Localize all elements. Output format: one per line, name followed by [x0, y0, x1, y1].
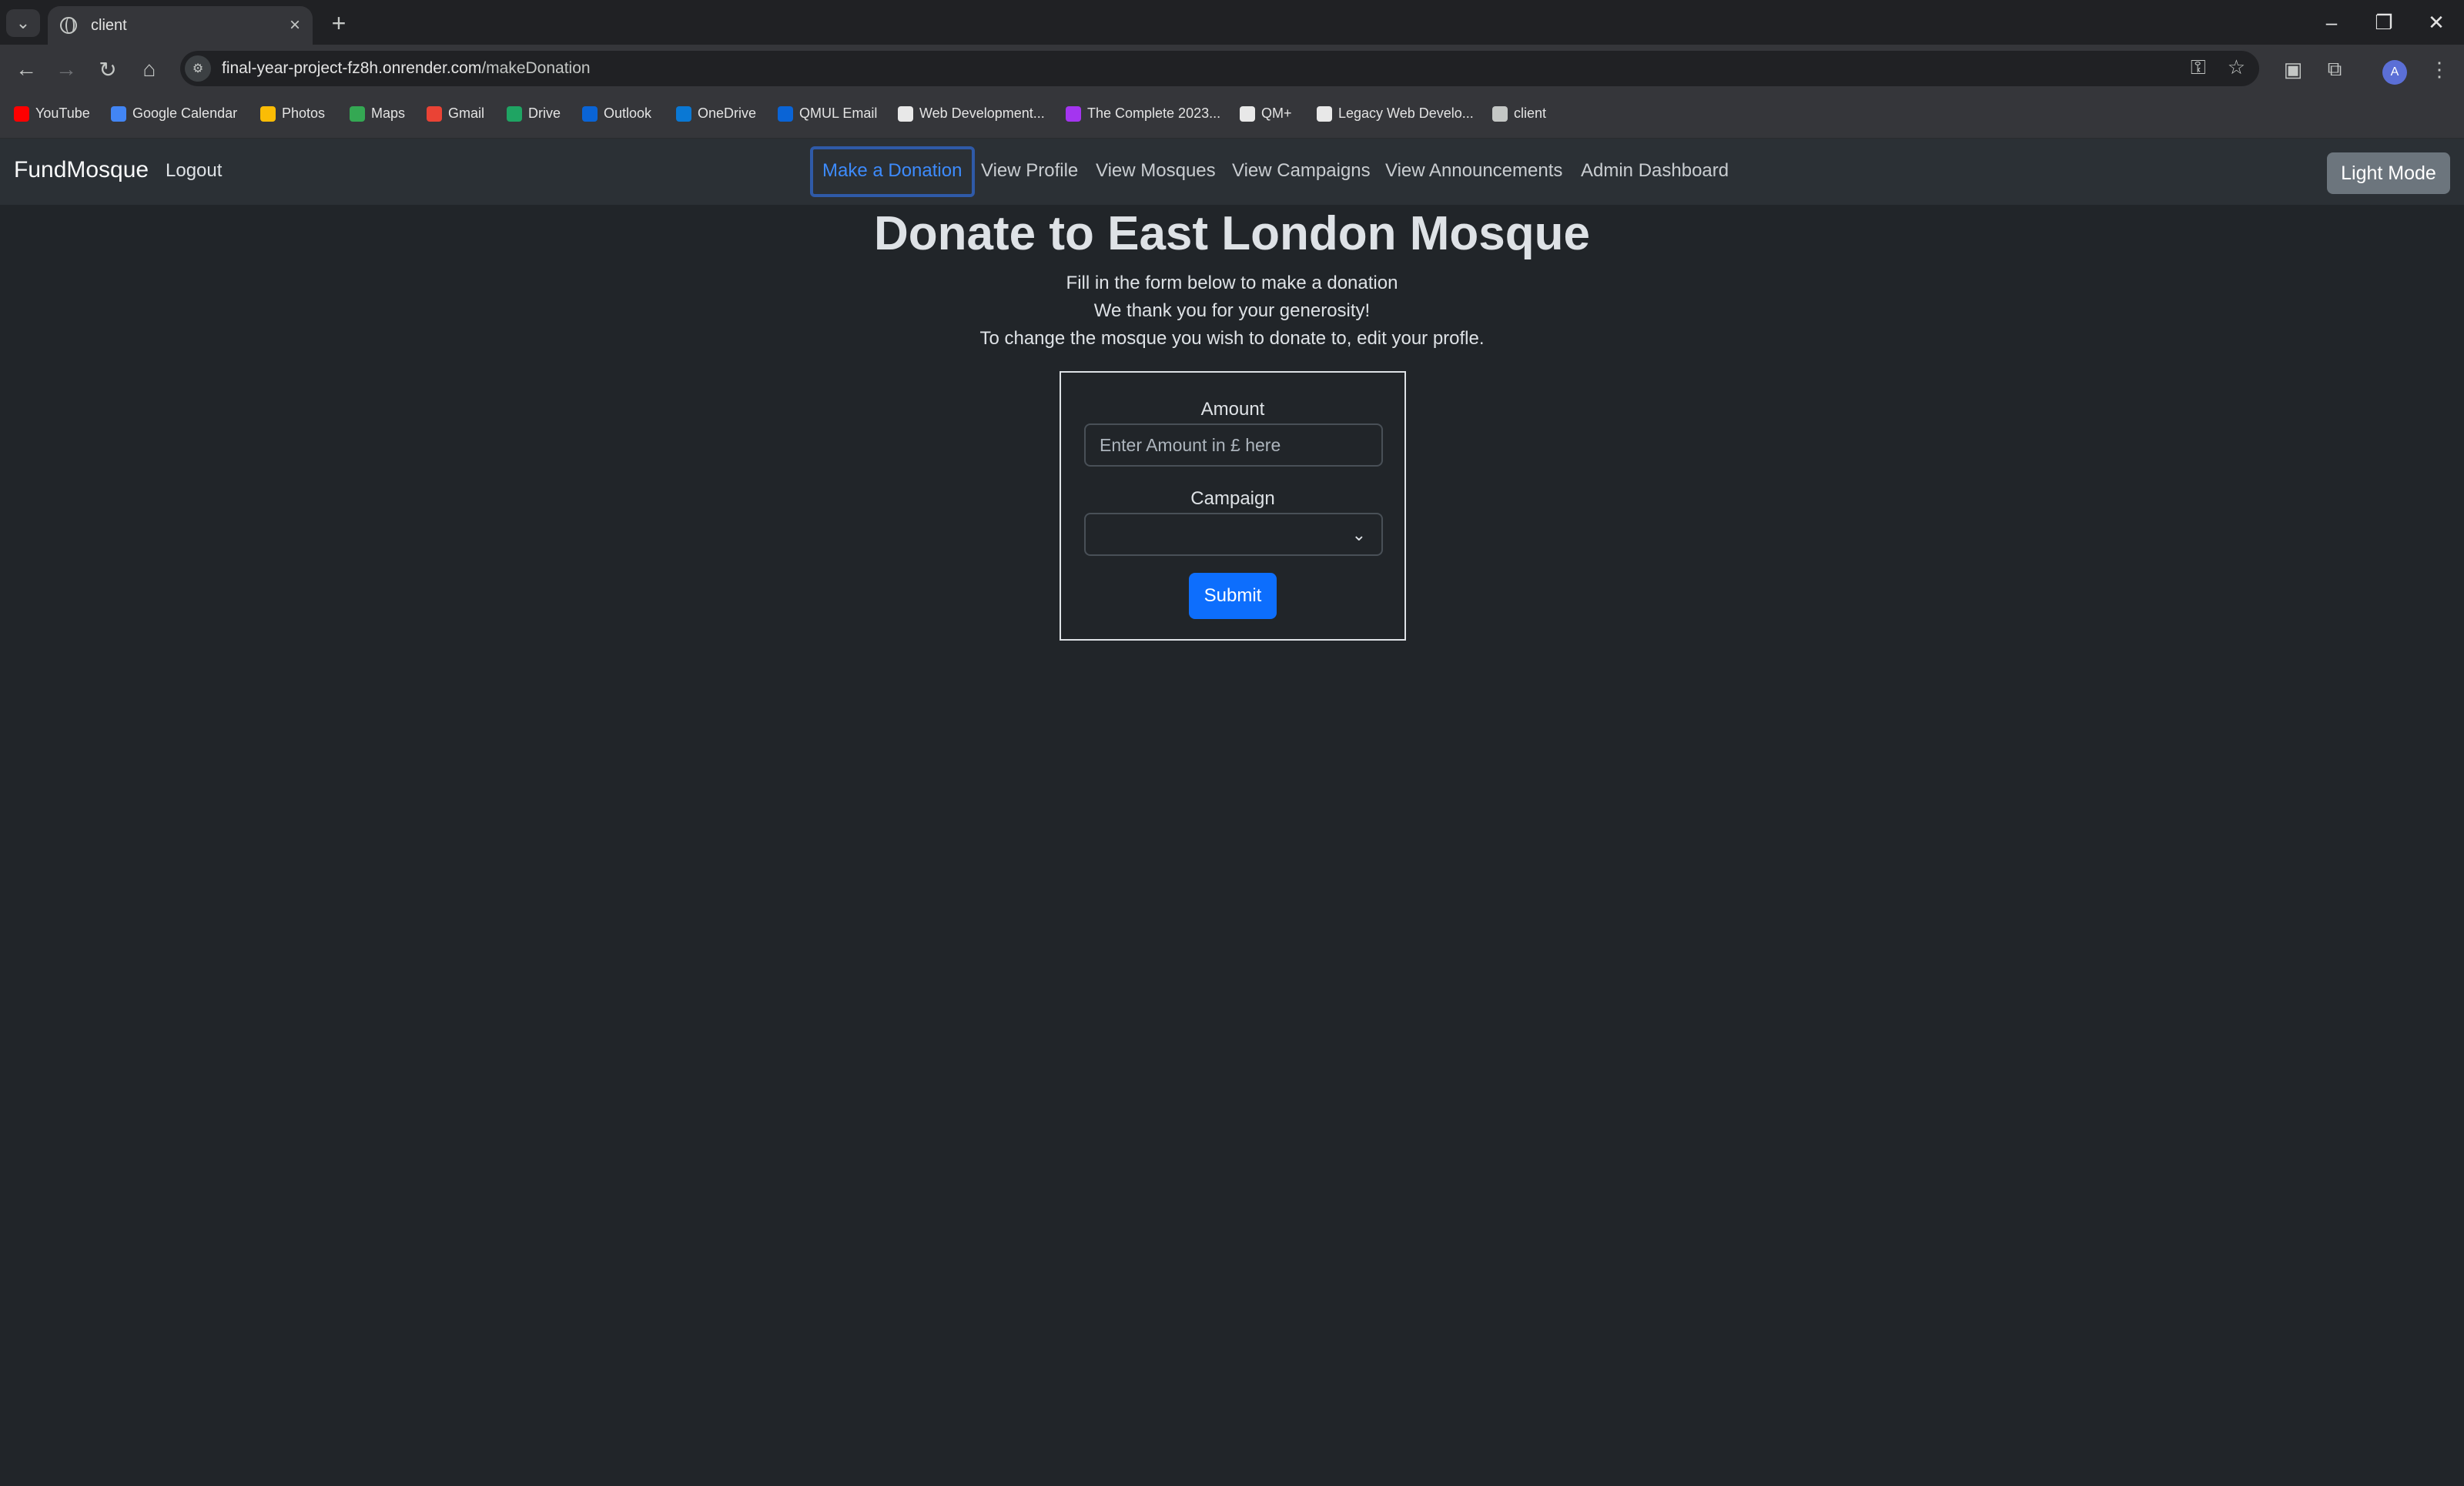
maps-icon — [350, 105, 365, 122]
url-path: /makeDonation — [481, 59, 591, 77]
submit-button[interactable]: Submit — [1189, 573, 1277, 619]
nav-view-campaigns[interactable]: View Campaigns — [1232, 160, 1371, 182]
page-title: Donate to East London Mosque — [874, 207, 1590, 260]
url-text[interactable]: final-year-project-fz8h.onrender.com/mak… — [222, 59, 591, 78]
restore-icon[interactable]: ❐ — [2359, 6, 2409, 38]
outlook-icon — [582, 105, 598, 122]
intro-line-3: To change the mosque you wish to donate … — [979, 328, 1485, 349]
home-icon[interactable]: ⌂ — [132, 52, 166, 86]
bookmark-label: The Complete 2023... — [1087, 105, 1221, 121]
amount-input[interactable] — [1084, 423, 1383, 467]
globe-icon — [1492, 105, 1508, 122]
url-host: final-year-project-fz8h.onrender.com — [222, 59, 482, 77]
bookmark-label: client — [1514, 105, 1547, 121]
bookmarks-bar: YouTube Google Calendar Photos Maps Gmail Dri… — [0, 92, 2464, 139]
bookmark-label: Drive — [528, 105, 561, 121]
udemy-icon — [1317, 105, 1332, 122]
bookmark-item[interactable]: Web Development... — [898, 105, 1045, 122]
qm-icon — [1240, 105, 1255, 122]
profile-avatar[interactable]: A — [2382, 60, 2407, 85]
bookmark-item[interactable]: YouTube — [14, 105, 90, 122]
browser-tab[interactable]: client × — [48, 6, 313, 45]
nav-view-profile[interactable]: View Profile — [981, 160, 1078, 182]
bookmark-item[interactable]: Photos — [260, 105, 325, 122]
nav-make-donation[interactable]: Make a Donation — [822, 160, 962, 182]
bookmark-label: Legacy Web Develo... — [1338, 105, 1474, 121]
youtube-icon — [14, 105, 29, 122]
browser-tabstrip: ⌄ client × + – ❐ ✕ — [0, 0, 2464, 45]
intro-line-1: Fill in the form below to make a donatio… — [1066, 273, 1398, 293]
nav-view-mosques[interactable]: View Mosques — [1096, 160, 1216, 182]
app-navbar: FundMosque Logout Make a Donation View P… — [0, 139, 2464, 205]
nav-view-announcements[interactable]: View Announcements — [1385, 160, 1562, 182]
photos-icon — [260, 105, 276, 122]
bookmark-label: Gmail — [448, 105, 485, 121]
bookmark-label: Web Development... — [919, 105, 1045, 121]
brand-logo[interactable]: FundMosque — [14, 157, 149, 183]
tab-search-chevron-icon[interactable]: ⌄ — [6, 9, 40, 37]
bookmark-label: YouTube — [35, 105, 90, 121]
extension-icon[interactable]: ▣ — [2279, 55, 2307, 83]
light-mode-button[interactable]: Light Mode — [2327, 152, 2450, 194]
amount-label: Amount — [1200, 399, 1265, 420]
gmail-icon — [427, 105, 442, 122]
close-tab-icon[interactable]: × — [290, 15, 300, 36]
address-bar[interactable]: ⚙ final-year-project-fz8h.onrender.com/m… — [180, 51, 2259, 86]
outlook-icon — [778, 105, 793, 122]
new-tab-icon[interactable]: + — [323, 8, 354, 38]
forward-icon[interactable]: → — [49, 52, 83, 86]
onedrive-icon — [676, 105, 691, 122]
minimize-icon[interactable]: – — [2307, 6, 2356, 38]
bookmark-label: Maps — [371, 105, 406, 121]
calendar-icon — [111, 105, 126, 122]
bookmark-label: QMUL Email — [799, 105, 878, 121]
bookmark-item[interactable]: Gmail — [427, 105, 484, 122]
bookmark-item[interactable]: Legacy Web Develo... — [1317, 105, 1474, 122]
bookmark-item[interactable]: Outlook — [582, 105, 651, 122]
campaign-select[interactable]: ⌄ — [1084, 513, 1383, 556]
bookmark-item[interactable]: Drive — [507, 105, 561, 122]
bookmark-item[interactable]: OneDrive — [676, 105, 756, 122]
site-info-icon[interactable]: ⚙ — [185, 55, 211, 82]
bookmark-label: Outlook — [604, 105, 652, 121]
campaign-label: Campaign — [1190, 488, 1275, 509]
bookmark-label: Photos — [282, 105, 326, 121]
bookmark-item[interactable]: QMUL Email — [778, 105, 877, 122]
tab-title: client — [91, 16, 127, 34]
udemy-icon — [898, 105, 913, 122]
intro-line-2: We thank you for your generosity! — [1093, 300, 1371, 321]
reload-icon[interactable]: ↻ — [91, 52, 125, 86]
bookmark-star-icon[interactable]: ☆ — [2228, 55, 2245, 80]
logout-link[interactable]: Logout — [166, 160, 222, 182]
bookmark-label: Google Calendar — [132, 105, 238, 121]
donation-form: Amount Campaign ⌄ Submit — [1060, 371, 1406, 641]
bookmark-label: OneDrive — [698, 105, 757, 121]
extensions-puzzle-icon[interactable]: ⧉ — [2321, 55, 2348, 83]
menu-kebab-icon[interactable]: ⋮ — [2426, 55, 2453, 83]
bookmark-item[interactable]: client — [1492, 105, 1546, 122]
password-key-icon[interactable]: ⚿ — [2191, 55, 2206, 80]
globe-icon — [60, 17, 77, 34]
course-icon — [1066, 105, 1081, 122]
bookmark-label: QM+ — [1261, 105, 1292, 121]
bookmark-item[interactable]: Maps — [350, 105, 405, 122]
drive-icon — [507, 105, 522, 122]
nav-admin-dashboard[interactable]: Admin Dashboard — [1581, 160, 1729, 182]
bookmark-item[interactable]: The Complete 2023... — [1066, 105, 1220, 122]
bookmark-item[interactable]: QM+ — [1240, 105, 1292, 122]
back-icon[interactable]: ← — [9, 52, 43, 86]
browser-toolbar: ← → ↻ ⌂ ⚙ final-year-project-fz8h.onrend… — [0, 45, 2464, 92]
close-window-icon[interactable]: ✕ — [2412, 6, 2461, 38]
chevron-down-icon: ⌄ — [1351, 525, 1366, 544]
bookmark-item[interactable]: Google Calendar — [111, 105, 237, 122]
